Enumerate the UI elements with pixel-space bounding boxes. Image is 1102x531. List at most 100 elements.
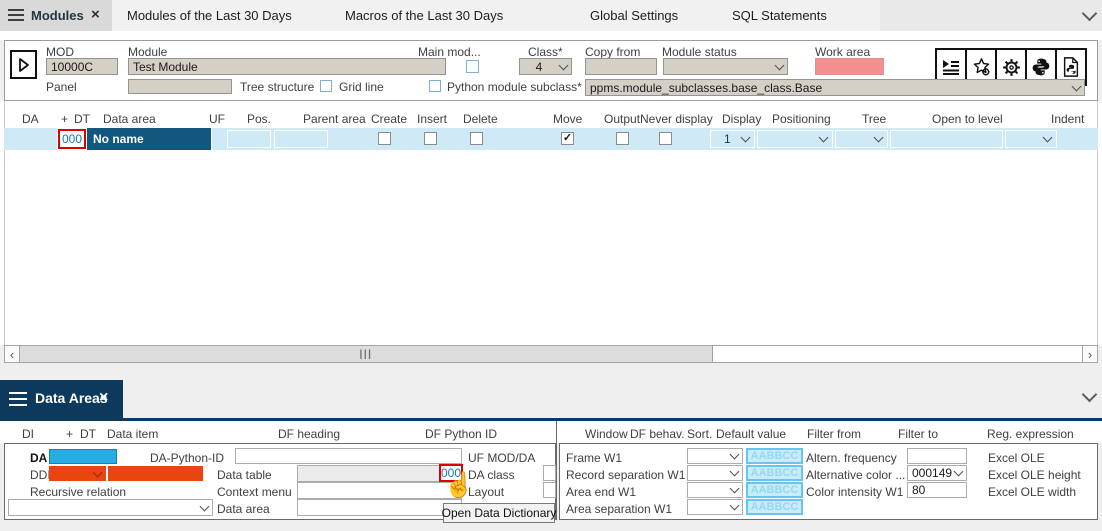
delete-checkbox[interactable]	[470, 132, 483, 145]
frame-w1-select[interactable]	[687, 448, 743, 464]
module-input[interactable]: Test Module	[128, 58, 446, 75]
column-filter-from: Filter from	[807, 427, 861, 441]
area-end-color-swatch[interactable]: AABBCC	[746, 482, 803, 498]
alternative-color-select[interactable]: 000149	[907, 465, 967, 481]
chevron-down-icon	[93, 467, 103, 477]
da-python-id-label: DA-Python-ID	[150, 451, 224, 465]
tab-global-settings[interactable]: Global Settings	[590, 8, 678, 23]
panel-collapse-chevron-icon[interactable]	[1082, 387, 1098, 403]
column-output: Output	[604, 112, 640, 126]
never-display-checkbox[interactable]	[659, 132, 672, 145]
insert-checkbox[interactable]	[424, 132, 437, 145]
run-module-button[interactable]	[10, 50, 37, 79]
column-insert: Insert	[417, 112, 447, 126]
chevron-down-icon	[730, 484, 740, 494]
indent-select[interactable]	[1005, 130, 1057, 148]
color-intensity-w1-input[interactable]: 80	[907, 482, 967, 498]
altern-frequency-input[interactable]	[907, 448, 967, 464]
ddi-select[interactable]	[49, 466, 106, 481]
python-subclass-checkbox[interactable]	[429, 80, 441, 92]
column-di: DI	[22, 427, 34, 441]
class-label: Class*	[528, 45, 563, 59]
layout-input[interactable]	[543, 482, 556, 498]
data-table-input[interactable]	[297, 465, 462, 482]
open-to-level-cell[interactable]	[890, 130, 1003, 148]
recursive-relation-select[interactable]	[8, 499, 213, 516]
work-area-field[interactable]	[815, 58, 884, 75]
data-area-input[interactable]	[297, 499, 462, 516]
positioning-select[interactable]	[757, 130, 833, 148]
copy-from-input[interactable]	[585, 58, 657, 75]
subclass-select[interactable]: ppms.module_subclasses.base_class.Base	[585, 79, 1085, 96]
context-menu-input[interactable]	[297, 482, 462, 499]
tab-modules-last-30-days[interactable]: Modules of the Last 30 Days	[127, 8, 292, 23]
altern-frequency-label: Altern. frequency	[806, 451, 897, 465]
column-indent: Indent	[1051, 112, 1084, 126]
add-item-button[interactable]: +	[66, 427, 73, 441]
module-status-select[interactable]	[663, 58, 788, 75]
column-never-display: Never display	[640, 112, 713, 126]
area-end-w1-select[interactable]	[687, 482, 743, 498]
mod-label: MOD	[46, 45, 74, 59]
row-data-area-cell[interactable]: No name	[87, 128, 211, 150]
grid-line-checkbox[interactable]	[320, 80, 332, 92]
mod-input[interactable]: 10000C	[46, 58, 118, 75]
column-parent-area: Parent area	[303, 112, 366, 126]
da-class-label: DA class	[468, 468, 515, 482]
run-list-icon	[941, 57, 961, 77]
chevron-down-icon	[819, 133, 829, 143]
python-file-icon	[1061, 57, 1081, 77]
main-mod-label: Main mod...	[418, 45, 481, 59]
column-delete: Delete	[463, 112, 498, 126]
panel-input[interactable]	[128, 79, 232, 94]
star-gear-icon	[971, 57, 992, 78]
data-areas-menu-icon[interactable]	[9, 392, 27, 406]
column-default-value: Default value	[716, 427, 786, 441]
recursive-relation-label: Recursive relation	[30, 485, 126, 499]
tree-structure-label: Tree structure	[240, 80, 314, 94]
class-select[interactable]: 4	[519, 58, 572, 75]
python-icon	[1031, 57, 1051, 77]
row-pos-cell[interactable]	[227, 130, 271, 148]
play-icon	[17, 57, 31, 73]
tooltip: Open Data Dictionary	[443, 503, 555, 523]
chevron-down-icon	[730, 501, 740, 511]
uf-mod-da-label: UF MOD/DA	[468, 451, 535, 465]
tab-macros-last-30-days[interactable]: Macros of the Last 30 Days	[345, 8, 503, 23]
data-table-label: Data table	[217, 468, 272, 482]
data-areas-title: Data Areas	[35, 390, 108, 406]
da-class-input[interactable]	[543, 465, 556, 481]
menu-icon[interactable]	[8, 9, 24, 21]
row-parent-area-cell[interactable]	[274, 130, 328, 148]
area-separation-color-swatch[interactable]: AABBCC	[746, 499, 803, 515]
record-separation-color-swatch[interactable]: AABBCC	[746, 465, 803, 481]
da-id-field[interactable]	[49, 449, 117, 464]
tab-sql-statements[interactable]: SQL Statements	[732, 8, 827, 23]
gear-icon	[1001, 57, 1022, 78]
record-separation-w1-select[interactable]	[687, 465, 743, 481]
scroll-thumb[interactable]: |||	[20, 346, 713, 362]
move-checkbox[interactable]	[561, 132, 574, 145]
main-mod-checkbox[interactable]	[466, 60, 479, 73]
add-row-button[interactable]: +	[61, 112, 68, 126]
create-checkbox[interactable]	[378, 132, 391, 145]
scroll-right-button[interactable]: ›	[1082, 345, 1098, 363]
display-select[interactable]: 1	[710, 130, 755, 148]
tree-select[interactable]	[835, 130, 888, 148]
column-move: Move	[553, 112, 582, 126]
da-python-id-input[interactable]	[235, 448, 462, 464]
ddi-field[interactable]	[108, 466, 203, 481]
frame-w1-color-swatch[interactable]: AABBCC	[746, 448, 803, 464]
column-df-behav: DF behav.	[630, 427, 684, 441]
column-tree: Tree	[862, 112, 886, 126]
area-separation-w1-select[interactable]	[687, 499, 743, 515]
da-label: DA	[30, 451, 47, 465]
scroll-left-button[interactable]: ‹	[4, 345, 20, 363]
table-row[interactable]	[4, 128, 57, 150]
chevron-down-icon	[741, 133, 751, 143]
data-areas-close-icon[interactable]: ×	[99, 391, 108, 405]
row-dt-button[interactable]: 000	[58, 129, 86, 149]
column-reg-expression: Reg. expression	[987, 427, 1074, 441]
output-checkbox[interactable]	[616, 132, 629, 145]
tab-close-icon[interactable]: ×	[91, 8, 100, 22]
